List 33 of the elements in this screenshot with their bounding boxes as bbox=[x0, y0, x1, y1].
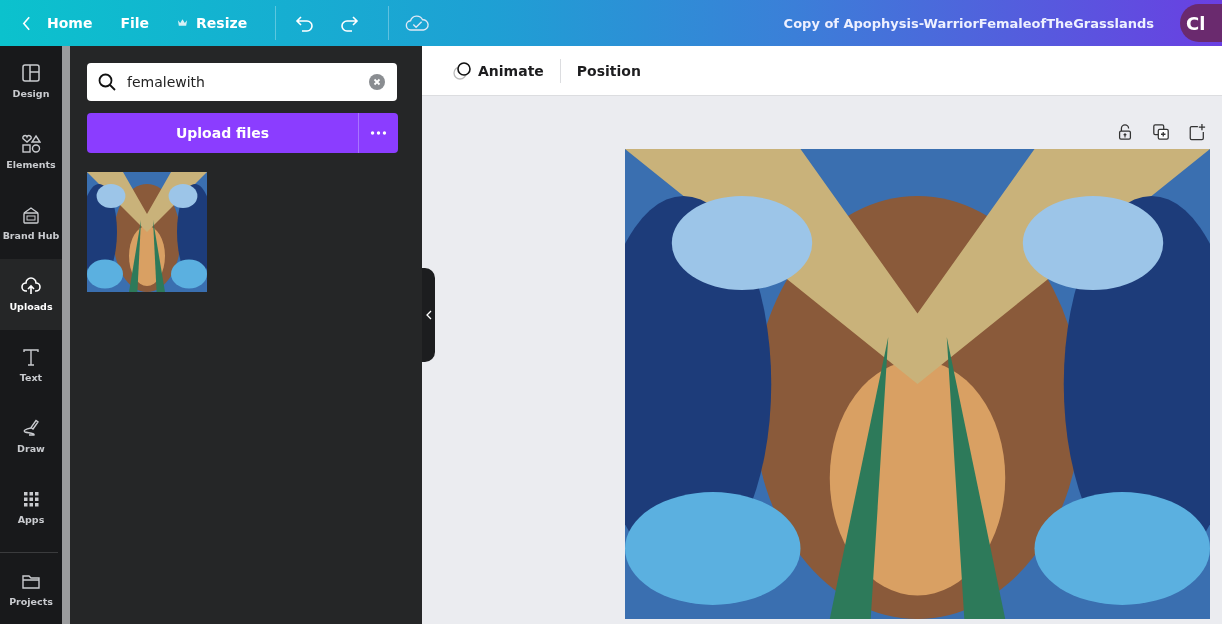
text-icon bbox=[21, 346, 41, 367]
shapes-icon bbox=[21, 134, 41, 155]
user-avatar[interactable]: Cl bbox=[1180, 4, 1222, 42]
pen-icon bbox=[21, 417, 41, 438]
lock-icon[interactable] bbox=[1116, 123, 1134, 141]
duplicate-icon[interactable] bbox=[1152, 123, 1170, 141]
cloud-upload-icon bbox=[21, 276, 41, 297]
more-icon bbox=[370, 131, 387, 135]
circles-icon bbox=[452, 60, 472, 81]
sidebar-item[interactable]: Elements bbox=[0, 116, 62, 188]
storefront-icon bbox=[21, 205, 41, 226]
sidebar-item[interactable]: Projects bbox=[0, 553, 62, 624]
search-field[interactable]: femalewith bbox=[87, 63, 397, 101]
back-chevron-icon bbox=[22, 15, 31, 31]
document-title[interactable]: Copy of Apophysis-WarriorFemaleofTheGrasslands bbox=[783, 15, 1154, 31]
toolbar-button[interactable]: Position bbox=[572, 52, 645, 89]
upload-files-button[interactable]: Upload files bbox=[87, 113, 358, 153]
add-page-icon[interactable] bbox=[1188, 123, 1206, 141]
clear-icon[interactable] bbox=[369, 74, 385, 90]
sidebar-item[interactable]: Brand Hub bbox=[0, 187, 62, 259]
crown-icon bbox=[177, 18, 189, 28]
sidebar-item[interactable]: Design bbox=[0, 46, 62, 117]
cloud-check-icon bbox=[405, 13, 430, 33]
layout-icon bbox=[21, 63, 41, 84]
toolbar-button[interactable]: Animate bbox=[448, 52, 548, 89]
sidebar-item[interactable]: Apps bbox=[0, 471, 62, 543]
collapse-handle[interactable] bbox=[422, 268, 435, 362]
sidebar-item[interactable]: Draw bbox=[0, 400, 62, 472]
scrollbar[interactable] bbox=[62, 46, 70, 624]
search-icon bbox=[97, 72, 117, 92]
sidebar-item[interactable]: Text bbox=[0, 329, 62, 401]
more-options-button[interactable] bbox=[358, 113, 398, 153]
sidebar-item[interactable]: Uploads bbox=[0, 258, 62, 330]
